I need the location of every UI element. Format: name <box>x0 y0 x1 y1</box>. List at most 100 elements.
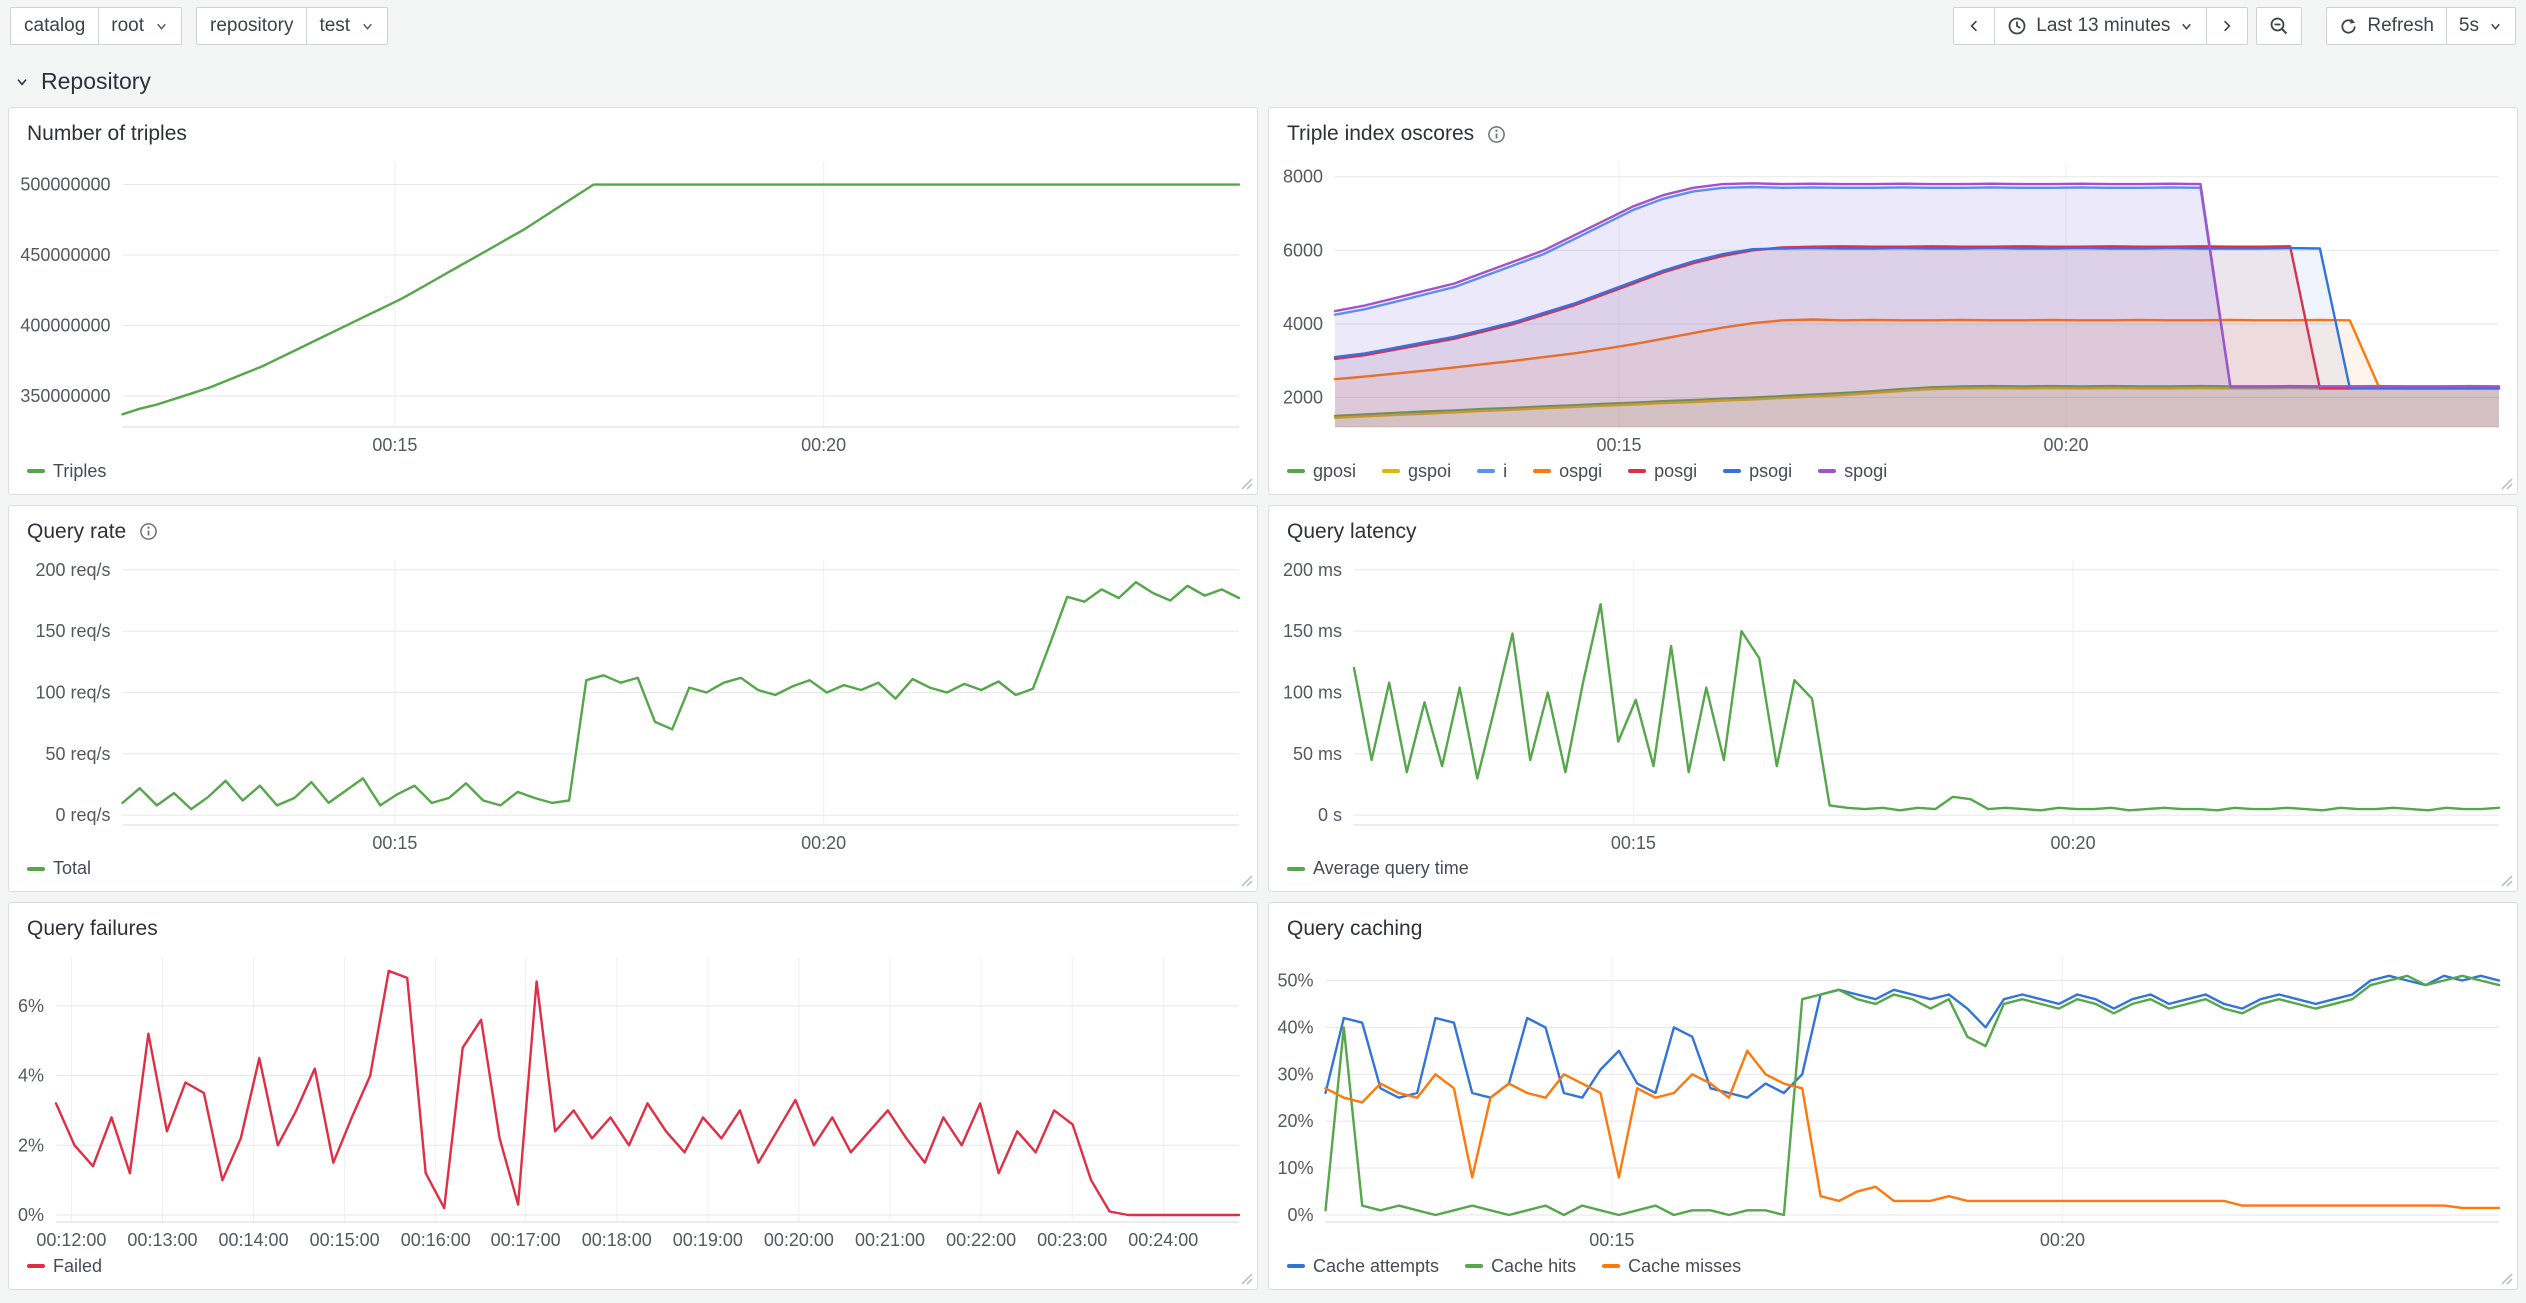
legend-series-label: Average query time <box>1313 858 1469 879</box>
svg-text:00:21:00: 00:21:00 <box>855 1230 925 1250</box>
legend-series-swatch <box>1287 469 1305 473</box>
panel-resize-handle[interactable] <box>2498 1270 2514 1286</box>
legend-item-average-query-time[interactable]: Average query time <box>1287 858 1469 879</box>
panel-header[interactable]: Query rate <box>9 506 1257 546</box>
svg-text:350000000: 350000000 <box>20 386 110 406</box>
legend-item-cache-hits[interactable]: Cache hits <box>1465 1256 1576 1277</box>
chevron-down-icon <box>154 19 169 34</box>
legend-item-cache-misses[interactable]: Cache misses <box>1602 1256 1741 1277</box>
svg-text:50%: 50% <box>1277 971 1313 991</box>
svg-text:0 req/s: 0 req/s <box>55 805 110 825</box>
svg-text:00:20: 00:20 <box>801 435 846 455</box>
legend-series-label: gspoi <box>1408 461 1451 482</box>
chevron-right-icon <box>2219 18 2235 34</box>
legend-series-swatch <box>1465 1264 1483 1268</box>
legend-item-psogi[interactable]: psogi <box>1723 461 1792 482</box>
svg-text:400000000: 400000000 <box>20 316 110 336</box>
legend-item-posgi[interactable]: posgi <box>1628 461 1697 482</box>
svg-text:200 ms: 200 ms <box>1283 559 1342 579</box>
legend-series-swatch <box>1287 1264 1305 1268</box>
chart-triple-index-oscores[interactable]: 00:1500:202000400060008000 <box>1269 148 2517 459</box>
panel-query-rate: Query rate 00:1500:200 req/s50 req/s100 … <box>8 505 1258 893</box>
chart-legend: Total <box>9 856 1257 891</box>
chevron-down-icon <box>2179 19 2194 34</box>
panel-query-failures: Query failures 00:12:0000:13:0000:14:000… <box>8 902 1258 1290</box>
info-icon[interactable] <box>139 522 158 541</box>
svg-text:00:20: 00:20 <box>2051 833 2096 853</box>
var-catalog-select[interactable]: root <box>99 7 182 45</box>
panel-header[interactable]: Number of triples <box>9 108 1257 148</box>
svg-text:150 req/s: 150 req/s <box>35 621 110 641</box>
legend-item-total[interactable]: Total <box>27 858 91 879</box>
legend-series-swatch <box>1602 1264 1620 1268</box>
time-shift-back-button[interactable] <box>1953 7 1995 45</box>
chevron-down-icon <box>14 74 30 90</box>
svg-text:50 req/s: 50 req/s <box>45 743 110 763</box>
legend-item-triples[interactable]: Triples <box>27 461 106 482</box>
chart-query-rate[interactable]: 00:1500:200 req/s50 req/s100 req/s150 re… <box>9 546 1257 857</box>
legend-series-label: spogi <box>1844 461 1887 482</box>
refresh-interval-select[interactable]: 5s <box>2446 7 2516 45</box>
svg-text:00:16:00: 00:16:00 <box>401 1230 471 1250</box>
chart-query-failures[interactable]: 00:12:0000:13:0000:14:0000:15:0000:16:00… <box>9 943 1257 1254</box>
topbar: catalog root repository test Last 13 min… <box>0 0 2526 52</box>
info-icon[interactable] <box>1487 125 1506 144</box>
legend-series-label: ospgi <box>1559 461 1602 482</box>
panel-resize-handle[interactable] <box>1238 1270 1254 1286</box>
chart-legend: gposi gspoi i ospgi posgi psogi spogi <box>1269 459 2517 494</box>
time-picker-group: Last 13 minutes <box>1953 7 2248 45</box>
legend-series-swatch <box>1723 469 1741 473</box>
svg-text:0%: 0% <box>1287 1205 1313 1225</box>
panel-resize-handle[interactable] <box>1238 475 1254 491</box>
svg-text:00:17:00: 00:17:00 <box>491 1230 561 1250</box>
var-repository-select[interactable]: test <box>307 7 388 45</box>
svg-text:00:15: 00:15 <box>372 435 417 455</box>
panel-resize-handle[interactable] <box>1238 872 1254 888</box>
template-variables: catalog root repository test <box>10 7 402 45</box>
legend-item-spogi[interactable]: spogi <box>1818 461 1887 482</box>
var-repository-label: repository <box>196 7 307 45</box>
chart-query-latency[interactable]: 00:1500:200 s50 ms100 ms150 ms200 ms <box>1269 546 2517 857</box>
svg-text:00:13:00: 00:13:00 <box>127 1230 197 1250</box>
legend-series-label: Failed <box>53 1256 102 1277</box>
svg-text:450000000: 450000000 <box>20 245 110 265</box>
chart-plot-svg: 00:1500:200 req/s50 req/s100 req/s150 re… <box>9 546 1257 857</box>
panel-title: Query rate <box>27 520 126 544</box>
panel-header[interactable]: Query latency <box>1269 506 2517 546</box>
time-range-button[interactable]: Last 13 minutes <box>1994 7 2207 45</box>
panel-header[interactable]: Triple index oscores <box>1269 108 2517 148</box>
legend-series-label: gposi <box>1313 461 1356 482</box>
legend-series-label: Cache attempts <box>1313 1256 1439 1277</box>
panel-triple-index-oscores: Triple index oscores 00:1500:20200040006… <box>1268 107 2518 495</box>
legend-series-swatch <box>27 867 45 871</box>
chart-plot-svg: 00:1500:200%10%20%30%40%50% <box>1269 943 2517 1254</box>
panel-header[interactable]: Query failures <box>9 903 1257 943</box>
legend-item-gposi[interactable]: gposi <box>1287 461 1356 482</box>
chart-query-caching[interactable]: 00:1500:200%10%20%30%40%50% <box>1269 943 2517 1254</box>
refresh-button[interactable]: Refresh <box>2326 7 2447 45</box>
svg-text:4%: 4% <box>18 1066 44 1086</box>
svg-text:00:14:00: 00:14:00 <box>219 1230 289 1250</box>
panel-resize-handle[interactable] <box>2498 475 2514 491</box>
zoom-out-button[interactable] <box>2256 7 2302 45</box>
legend-item-cache-attempts[interactable]: Cache attempts <box>1287 1256 1439 1277</box>
legend-item-ospgi[interactable]: ospgi <box>1533 461 1602 482</box>
svg-text:10%: 10% <box>1277 1158 1313 1178</box>
clock-icon <box>2007 16 2027 36</box>
svg-text:00:23:00: 00:23:00 <box>1037 1230 1107 1250</box>
time-shift-forward-button[interactable] <box>2206 7 2248 45</box>
svg-text:200 req/s: 200 req/s <box>35 559 110 579</box>
legend-series-swatch <box>27 1264 45 1268</box>
panel-header[interactable]: Query caching <box>1269 903 2517 943</box>
legend-series-swatch <box>1382 469 1400 473</box>
chart-number-of-triples[interactable]: 00:1500:20350000000400000000450000000500… <box>9 148 1257 459</box>
row-header-repository[interactable]: Repository <box>0 52 2526 107</box>
legend-item-i[interactable]: i <box>1477 461 1507 482</box>
legend-item-gspoi[interactable]: gspoi <box>1382 461 1451 482</box>
svg-text:00:18:00: 00:18:00 <box>582 1230 652 1250</box>
panel-resize-handle[interactable] <box>2498 872 2514 888</box>
panel-query-latency: Query latency 00:1500:200 s50 ms100 ms15… <box>1268 505 2518 893</box>
chart-legend: Failed <box>9 1254 1257 1289</box>
chart-plot-svg: 00:12:0000:13:0000:14:0000:15:0000:16:00… <box>9 943 1257 1254</box>
legend-item-failed[interactable]: Failed <box>27 1256 102 1277</box>
